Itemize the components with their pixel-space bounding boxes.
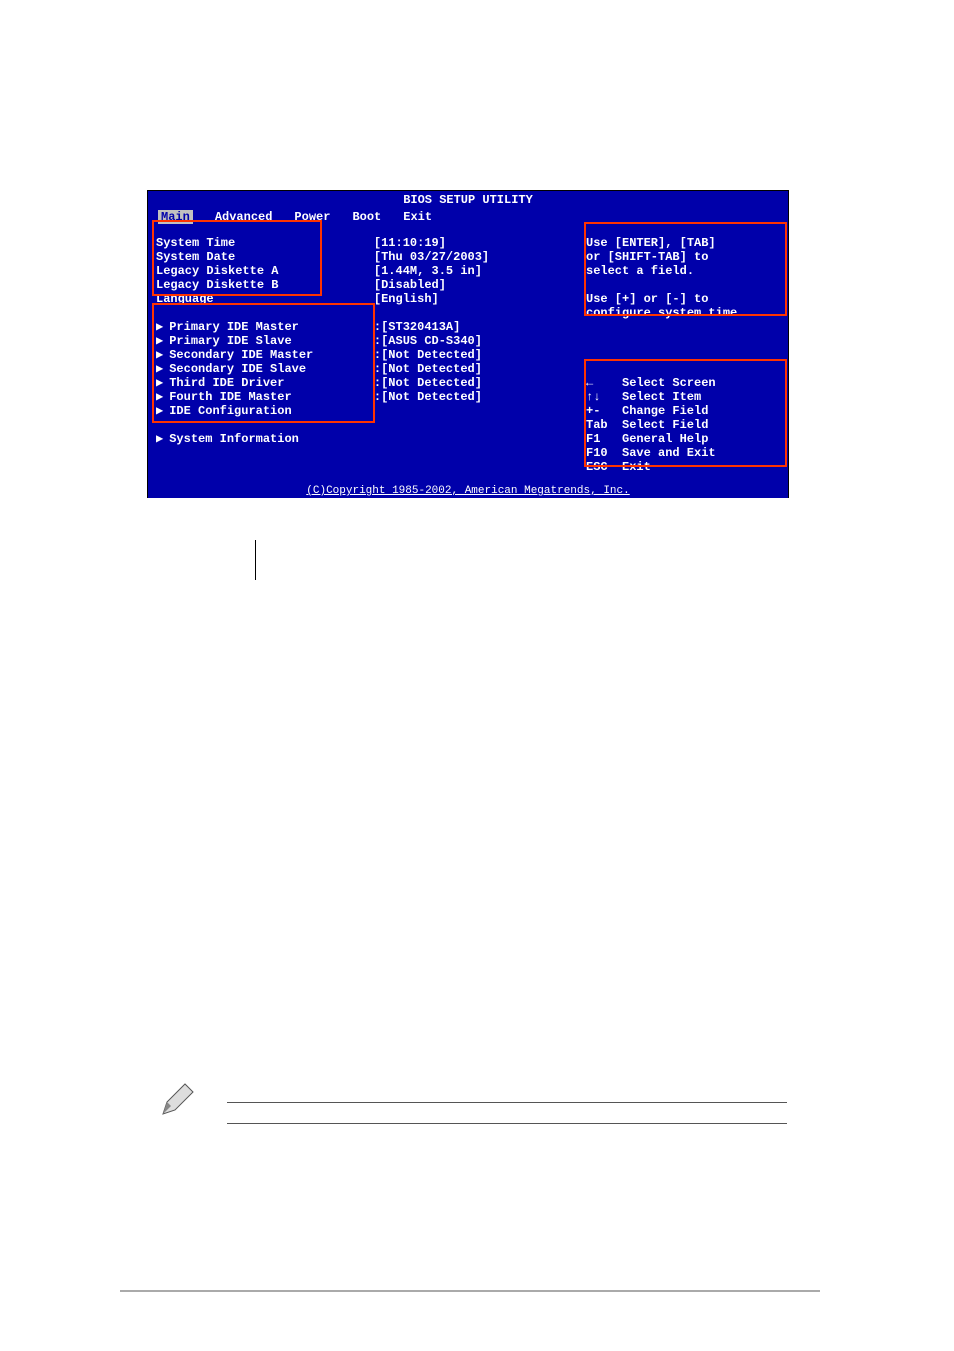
nav-key: +- [586, 404, 622, 418]
nav-desc: Select Screen [622, 376, 716, 390]
triangle-right-icon: ▶ [156, 404, 163, 418]
footer-divider [120, 1290, 820, 1292]
bios-screenshot: BIOS SETUP UTILITY Main Advanced Power B… [147, 190, 789, 542]
help-line: select a field. [586, 264, 778, 278]
field-label[interactable]: Language [156, 292, 374, 306]
title-bar: BIOS SETUP UTILITY [148, 191, 788, 209]
submenu-label: Third IDE Driver [169, 376, 284, 390]
triangle-right-icon: ▶ [156, 320, 163, 334]
submenu-value: :[Not Detected] [374, 348, 572, 362]
nav-key: F10 [586, 446, 622, 460]
menu-tab-bar: Main Advanced Power Boot Exit [148, 209, 788, 226]
nav-row: ←Select Screen [586, 376, 778, 390]
submenu-value: :[Not Detected] [374, 376, 572, 390]
field-value[interactable]: [11:10:19] [374, 236, 572, 250]
nav-row: ↑↓Select Item [586, 390, 778, 404]
help-line: Use [ENTER], [TAB] [586, 236, 778, 250]
main-panel: System Time System Date Legacy Diskette … [150, 228, 578, 482]
tab-boot[interactable]: Boot [352, 210, 381, 224]
submenu-item[interactable]: ▶ Secondary IDE Master [156, 348, 374, 362]
submenu-item[interactable]: ▶ Third IDE Driver [156, 376, 374, 390]
triangle-right-icon: ▶ [156, 432, 163, 446]
field-label[interactable]: System Time [156, 236, 374, 250]
submenu-label: Primary IDE Slave [169, 334, 291, 348]
nav-desc: General Help [622, 432, 708, 446]
nav-desc: Select Field [622, 418, 708, 432]
nav-key: ESC [586, 460, 622, 474]
nav-desc: Save and Exit [622, 446, 716, 460]
submenu-item[interactable]: ▶ System Information [156, 432, 374, 446]
tab-exit[interactable]: Exit [403, 210, 432, 224]
triangle-right-icon: ▶ [156, 390, 163, 404]
submenu-item[interactable]: ▶ IDE Configuration [156, 404, 374, 418]
submenu-value: :[Not Detected] [374, 362, 572, 376]
submenu-value: :[Not Detected] [374, 390, 572, 404]
nav-row: TabSelect Field [586, 418, 778, 432]
submenu-item[interactable]: ▶ Primary IDE Slave [156, 334, 374, 348]
submenu-value: :[ST320413A] [374, 320, 572, 334]
submenu-item[interactable]: ▶ Primary IDE Master [156, 320, 374, 334]
pencil-icon [157, 1080, 197, 1120]
help-line: configure system time. [586, 306, 778, 320]
help-line: or [SHIFT-TAB] to [586, 250, 778, 264]
submenu-label: Fourth IDE Master [169, 390, 291, 404]
field-label[interactable]: Legacy Diskette A [156, 264, 374, 278]
submenu-item[interactable]: ▶ Fourth IDE Master [156, 390, 374, 404]
submenu-label: Secondary IDE Master [169, 348, 313, 362]
help-line: Use [+] or [-] to [586, 292, 778, 306]
triangle-right-icon: ▶ [156, 362, 163, 376]
nav-desc: Exit [622, 460, 651, 474]
callout-line [255, 540, 256, 580]
field-value[interactable]: [Thu 03/27/2003] [374, 250, 572, 264]
submenu-label: IDE Configuration [169, 404, 291, 418]
nav-row: F10Save and Exit [586, 446, 778, 460]
tab-main[interactable]: Main [158, 210, 193, 224]
help-panel: Use [ENTER], [TAB] or [SHIFT-TAB] to sel… [578, 228, 786, 482]
nav-row: +-Change Field [586, 404, 778, 418]
triangle-right-icon: ▶ [156, 334, 163, 348]
tab-power[interactable]: Power [294, 210, 330, 224]
field-label[interactable]: Legacy Diskette B [156, 278, 374, 292]
nav-key: Tab [586, 418, 622, 432]
tab-advanced[interactable]: Advanced [215, 210, 273, 224]
nav-key: F1 [586, 432, 622, 446]
triangle-right-icon: ▶ [156, 376, 163, 390]
triangle-right-icon: ▶ [156, 348, 163, 362]
submenu-label: Secondary IDE Slave [169, 362, 306, 376]
bios-window: BIOS SETUP UTILITY Main Advanced Power B… [147, 190, 789, 498]
nav-desc: Select Item [622, 390, 701, 404]
submenu-label: System Information [169, 432, 299, 446]
note-lines [227, 1082, 787, 1144]
labels-column: System Time System Date Legacy Diskette … [156, 236, 374, 474]
field-label[interactable]: System Date [156, 250, 374, 264]
body-area: System Time System Date Legacy Diskette … [148, 226, 788, 484]
nav-key: ← [586, 376, 622, 390]
submenu-value: :[ASUS CD-S340] [374, 334, 572, 348]
field-value[interactable]: [1.44M, 3.5 in] [374, 264, 572, 278]
submenu-item[interactable]: ▶ Secondary IDE Slave [156, 362, 374, 376]
values-column: [11:10:19] [Thu 03/27/2003] [1.44M, 3.5 … [374, 236, 572, 474]
nav-row: ESCExit [586, 460, 778, 474]
submenu-label: Primary IDE Master [169, 320, 299, 334]
copyright-bar: (C)Copyright 1985-2002, American Megatre… [148, 484, 788, 498]
field-value[interactable]: [English] [374, 292, 572, 306]
nav-desc: Change Field [622, 404, 708, 418]
nav-key: ↑↓ [586, 390, 622, 404]
nav-row: F1General Help [586, 432, 778, 446]
field-value[interactable]: [Disabled] [374, 278, 572, 292]
